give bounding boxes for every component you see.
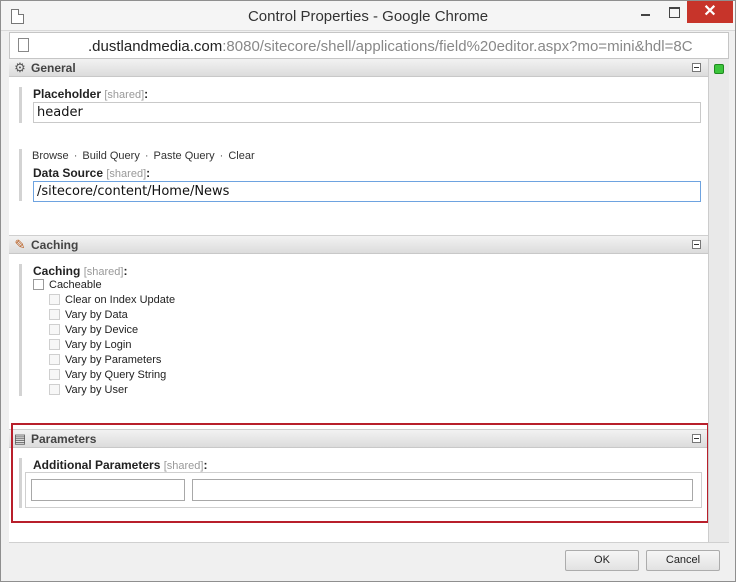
cacheable-option[interactable]: Cacheable bbox=[33, 279, 102, 293]
datasource-input[interactable]: /sitecore/content/Home/News bbox=[33, 181, 701, 202]
section-general-title: General bbox=[31, 61, 76, 75]
title-bar: Control Properties - Google Chrome ✕ bbox=[1, 1, 735, 31]
field-indicator bbox=[19, 149, 22, 201]
cache-option: Clear on Index Update bbox=[49, 294, 175, 308]
cache-option-checkbox bbox=[49, 309, 60, 320]
cache-option-checkbox bbox=[49, 354, 60, 365]
cache-option: Vary by Parameters bbox=[49, 354, 161, 368]
cache-option: Vary by User bbox=[49, 384, 128, 398]
field-indicator bbox=[19, 458, 22, 508]
paste-query-link[interactable]: Paste Query bbox=[154, 150, 215, 162]
collapse-general-icon[interactable] bbox=[692, 63, 701, 72]
section-caching-title: Caching bbox=[31, 238, 79, 252]
datasource-label: Data Source [shared]: bbox=[33, 166, 151, 180]
close-button[interactable]: ✕ bbox=[687, 1, 733, 23]
build-query-link[interactable]: Build Query bbox=[82, 150, 139, 162]
ok-button[interactable]: OK bbox=[565, 550, 639, 571]
clear-link[interactable]: Clear bbox=[228, 150, 254, 162]
cancel-button[interactable]: Cancel bbox=[646, 550, 720, 571]
cache-option-checkbox bbox=[49, 339, 60, 350]
additional-parameters-label: Additional Parameters [shared]: bbox=[33, 458, 208, 472]
placeholder-label: Placeholder [shared]: bbox=[33, 87, 149, 101]
cache-option-checkbox bbox=[49, 369, 60, 380]
field-indicator bbox=[19, 264, 22, 396]
parameters-icon: ▤ bbox=[13, 431, 27, 446]
dialog-footer: OK Cancel bbox=[9, 542, 729, 578]
cache-option: Vary by Data bbox=[49, 309, 128, 323]
cacheable-checkbox[interactable] bbox=[33, 279, 44, 290]
collapse-parameters-icon[interactable] bbox=[692, 434, 701, 443]
cache-option-checkbox bbox=[49, 324, 60, 335]
placeholder-input[interactable]: header bbox=[33, 102, 701, 123]
cache-option: Vary by Query String bbox=[49, 369, 166, 383]
caching-label: Caching [shared]: bbox=[33, 264, 128, 278]
section-caching-header[interactable]: ✎ Caching bbox=[9, 235, 708, 254]
gear-icon: ⚙ bbox=[14, 60, 26, 75]
browser-window: Control Properties - Google Chrome ✕ .du… bbox=[0, 0, 736, 582]
collapse-caching-icon[interactable] bbox=[692, 240, 701, 249]
cache-option-checkbox bbox=[49, 384, 60, 395]
page-icon bbox=[18, 38, 29, 52]
address-bar[interactable]: .dustlandmedia.com:8080/sitecore/shell/a… bbox=[9, 32, 729, 59]
cache-option: Vary by Login bbox=[49, 339, 131, 353]
section-parameters-header[interactable]: ▤ Parameters bbox=[9, 429, 708, 448]
parameters-table bbox=[25, 472, 702, 508]
url-path: :8080/sitecore/shell/applications/field%… bbox=[222, 38, 693, 55]
section-general-header[interactable]: ⚙ General bbox=[9, 59, 708, 77]
cache-option-checkbox bbox=[49, 294, 60, 305]
caching-icon: ✎ bbox=[14, 237, 26, 252]
cache-option: Vary by Device bbox=[49, 324, 138, 338]
maximize-button[interactable] bbox=[660, 1, 687, 23]
minimize-button[interactable] bbox=[631, 1, 660, 23]
datasource-actions: Browse · Build Query · Paste Query · Clear bbox=[32, 150, 255, 162]
status-indicator-icon bbox=[714, 64, 724, 74]
browse-link[interactable]: Browse bbox=[32, 150, 69, 162]
side-strip bbox=[708, 59, 729, 542]
window-title: Control Properties - Google Chrome bbox=[247, 8, 489, 25]
url-text[interactable]: .dustlandmedia.com:8080/sitecore/shell/a… bbox=[88, 38, 693, 55]
section-parameters-title: Parameters bbox=[31, 432, 97, 446]
url-host: .dustlandmedia.com bbox=[88, 38, 223, 55]
field-indicator bbox=[19, 87, 22, 123]
parameter-value-input[interactable] bbox=[192, 479, 693, 501]
parameter-key-input[interactable] bbox=[31, 479, 185, 501]
field-editor: ⚙ General Placeholder [shared]: header B… bbox=[9, 59, 708, 542]
